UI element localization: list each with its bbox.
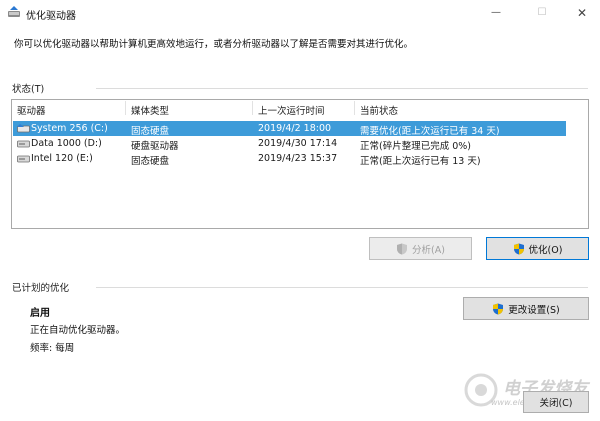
analyze-button-label: 分析(A): [412, 244, 445, 256]
current-status: 正常(碎片整理已完成 0%): [360, 141, 472, 152]
drive-name: Data 1000 (D:): [31, 138, 102, 149]
scheduled-description: 正在自动优化驱动器。: [30, 325, 126, 336]
drive-name: Intel 120 (E:): [31, 153, 93, 164]
change-settings-button[interactable]: 更改设置(S): [463, 297, 589, 320]
defrag-app-icon: [8, 6, 20, 17]
last-run-time: 2019/4/23 15:37: [258, 153, 338, 164]
uac-shield-icon: [513, 243, 524, 254]
column-separator[interactable]: [252, 101, 253, 115]
window-description: 你可以优化驱动器以帮助计算机更高效地运行，或者分析驱动器以了解是否需要对其进行优…: [14, 39, 414, 50]
close-button[interactable]: 关闭(C): [523, 391, 589, 413]
optimize-button-label: 优化(O): [528, 244, 563, 256]
column-separator[interactable]: [125, 101, 126, 115]
status-divider: [96, 88, 588, 89]
scheduled-state: 启用: [30, 308, 50, 319]
media-type: 硬盘驱动器: [131, 141, 179, 152]
status-section-label: 状态(T): [12, 84, 45, 95]
optimize-drives-window: 优化驱动器 — ☐ ✕ 你可以优化驱动器以帮助计算机更高效地运行，或者分析驱动器…: [0, 0, 600, 421]
drive-list-header: 驱动器 媒体类型 上一次运行时间 当前状态: [12, 100, 588, 117]
maximize-button[interactable]: ☐: [528, 4, 556, 22]
drive-list[interactable]: 驱动器 媒体类型 上一次运行时间 当前状态 System 256 (C:) 固态…: [11, 99, 589, 229]
uac-shield-icon: [493, 303, 504, 314]
drive-name: System 256 (C:): [31, 123, 108, 134]
column-separator[interactable]: [354, 101, 355, 115]
optimize-button[interactable]: 优化(O): [486, 237, 589, 260]
ssd-drive-icon: [17, 155, 30, 163]
minimize-button[interactable]: —: [482, 4, 510, 22]
last-run-time: 2019/4/2 18:00: [258, 123, 332, 134]
change-settings-label: 更改设置(S): [508, 304, 560, 316]
uac-shield-icon: [397, 243, 408, 254]
scheduled-section-label: 已计划的优化: [12, 283, 70, 294]
column-header-current-status[interactable]: 当前状态: [360, 103, 398, 117]
scheduled-frequency: 频率: 每周: [30, 343, 75, 354]
column-header-last-run[interactable]: 上一次运行时间: [258, 103, 325, 117]
close-window-button[interactable]: ✕: [568, 4, 596, 22]
media-type: 固态硬盘: [131, 156, 170, 167]
analyze-button[interactable]: 分析(A): [369, 237, 472, 260]
current-status: 正常(距上次运行已有 13 天): [360, 156, 481, 167]
drive-row-c[interactable]: System 256 (C:) 固态硬盘 2019/4/2 18:00 需要优化…: [13, 121, 566, 137]
hdd-drive-icon: [17, 140, 30, 148]
column-header-drive[interactable]: 驱动器: [17, 103, 46, 117]
window-title: 优化驱动器: [26, 11, 76, 22]
media-type: 固态硬盘: [131, 126, 170, 137]
drive-row-e[interactable]: Intel 120 (E:) 固态硬盘 2019/4/23 15:37 正常(距…: [13, 151, 566, 167]
ssd-drive-icon: [17, 124, 30, 133]
current-status: 需要优化(距上次运行已有 34 天): [360, 126, 500, 137]
drive-row-d[interactable]: Data 1000 (D:) 硬盘驱动器 2019/4/30 17:14 正常(…: [13, 136, 566, 152]
scheduled-divider: [96, 287, 588, 288]
title-bar[interactable]: 优化驱动器 — ☐ ✕: [0, 0, 600, 26]
last-run-time: 2019/4/30 17:14: [258, 138, 338, 149]
column-header-media-type[interactable]: 媒体类型: [131, 103, 169, 117]
